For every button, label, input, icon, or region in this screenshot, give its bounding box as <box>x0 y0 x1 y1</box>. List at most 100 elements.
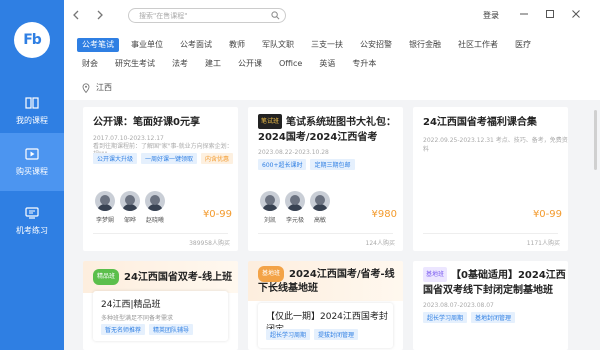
category-tab[interactable]: 财会 <box>82 57 98 71</box>
teacher-name: 赵晓曦 <box>145 217 164 224</box>
course-title-line1: 【0基础适用】2024江西 <box>451 270 566 281</box>
course-tags: 600+超长课时 定期三期包邮 <box>258 159 359 170</box>
maximize-icon <box>546 10 554 18</box>
course-tag: 定期三期包邮 <box>310 159 355 170</box>
course-date: 2023.08.07-2023.08.07 <box>423 302 494 309</box>
sidebar-item-exam-practice[interactable]: 机考练习 <box>0 192 64 250</box>
card-header: 精品班 24江西国省双考-线上班 <box>83 261 238 293</box>
search-box <box>128 8 286 23</box>
minimize-button[interactable] <box>518 8 530 20</box>
course-tags: 超长学习周期 提拔封闭管理 <box>266 329 362 340</box>
category-tab[interactable]: 公开课 <box>238 57 262 71</box>
teacher: 李元极 <box>283 191 307 224</box>
book-icon <box>25 96 39 109</box>
avatar <box>260 191 280 211</box>
category-tab[interactable]: 公考面试 <box>180 38 212 52</box>
course-title-line2: 国省双考线下封闭定制基地班 <box>423 285 553 296</box>
category-tab[interactable]: 医疗 <box>515 38 531 52</box>
maximize-button[interactable] <box>544 8 556 20</box>
course-tags: 超长学习周期 基地封闭管理 <box>423 312 519 323</box>
teacher: 刘凯 <box>258 191 282 224</box>
sidebar-item-buy-courses[interactable]: 购买课程 <box>0 133 64 191</box>
close-icon <box>572 10 580 18</box>
enrolled-count: 1171人购买 <box>526 240 560 247</box>
avatar <box>120 191 140 211</box>
course-date: 2022.09.25-2023.12.31 考点、技巧、备考，免费资料 <box>423 135 568 153</box>
category-tab[interactable]: 社区工作者 <box>458 38 498 52</box>
sidebar-item-my-courses[interactable]: 我的课程 <box>0 82 64 140</box>
course-tag: 精英团队辅导 <box>149 324 194 335</box>
course-card[interactable]: 基地班 【0基础适用】2024江西 国省双考线下封闭定制基地班 2023.08.0… <box>413 261 568 350</box>
teacher-list: 李梦娴 邹晔 赵晓曦 <box>93 191 168 224</box>
teacher: 李梦娴 <box>93 191 117 224</box>
course-title-line1: 2024江西国考/省考-线 <box>289 269 395 280</box>
avatar <box>310 191 330 211</box>
divider <box>93 233 228 234</box>
login-button[interactable]: 登录 <box>483 10 499 21</box>
avatar <box>95 191 115 211</box>
teacher-name: 李元极 <box>285 217 304 224</box>
location-pin-icon <box>82 82 90 93</box>
course-title-line2: 下长线基地班 <box>258 283 318 294</box>
teacher-name: 高敏 <box>313 217 326 224</box>
course-tag: 提拔封闭管理 <box>314 329 359 340</box>
teacher: 赵晓曦 <box>143 191 167 224</box>
category-tab[interactable]: 法考 <box>172 57 188 71</box>
category-tab[interactable]: 教师 <box>229 38 245 52</box>
course-tag: 一周好课一键领取 <box>141 153 198 164</box>
divider <box>258 233 393 234</box>
course-tag: 基地封闭管理 <box>471 312 516 323</box>
category-tab[interactable]: 公考笔试 <box>77 38 119 52</box>
forward-button[interactable] <box>92 7 108 23</box>
course-card[interactable]: 公开课：笔面好课0元享 2017.07.10-2023.12.17 看到往期课程… <box>83 107 238 251</box>
course-card[interactable]: 精品班 24江西国省双考-线上班 24江西|精品班 多种班型满足不同备考需求 暂无… <box>83 261 238 350</box>
category-tab[interactable]: 建工 <box>205 57 221 71</box>
monitor-icon <box>25 206 39 219</box>
course-date: 2023.08.22-2023.10.28 <box>258 149 329 156</box>
category-tab[interactable]: 银行金融 <box>409 38 441 52</box>
course-badge: 基地班 <box>423 267 448 282</box>
course-tag: 超长学习周期 <box>423 312 468 323</box>
category-tab[interactable]: 研究生考试 <box>115 57 155 71</box>
play-icon <box>25 147 39 160</box>
category-tab[interactable]: 三支一扶 <box>311 38 343 52</box>
category-tab[interactable]: 专升本 <box>352 57 376 71</box>
sidebar-item-label: 机考练习 <box>16 225 48 235</box>
category-tab[interactable]: 军队文职 <box>262 38 294 52</box>
course-badge: 基地班 <box>258 266 285 282</box>
search-icon[interactable] <box>271 11 280 20</box>
scrollbar[interactable] <box>594 110 597 170</box>
category-tab[interactable]: Office <box>279 57 302 71</box>
category-row: 财会 研究生考试 法考 建工 公开课 Office 英语 专升本 <box>82 57 393 71</box>
teacher: 邹晔 <box>118 191 142 224</box>
course-title: 基地班 【0基础适用】2024江西 国省双考线下封闭定制基地班 <box>423 267 566 298</box>
course-badge: 精品班 <box>93 269 120 285</box>
card-header: 基地班 2024江西国考/省考-线下长线基地班 <box>248 261 403 301</box>
course-date-range: 2022.09.25-2023.12.31 <box>423 137 494 144</box>
course-card[interactable]: 基地班 2024江西国考/省考-线下长线基地班 【仅此一期】2024江西国考封闭定… <box>248 261 403 350</box>
course-card[interactable]: 24江西国省考福利课合集 2022.09.25-2023.12.31 考点、技巧… <box>413 107 568 251</box>
category-tab[interactable]: 英语 <box>319 57 335 71</box>
category-tab[interactable]: 事业单位 <box>131 38 163 52</box>
course-price: ¥0-99 <box>532 209 562 220</box>
close-button[interactable] <box>570 8 582 20</box>
course-tag: 内含优惠 <box>201 153 234 164</box>
teacher-name: 李梦娴 <box>95 217 114 224</box>
class-option[interactable]: 24江西|精品班 多种班型满足不同备考需求 暂无名师推荐 精英团队辅导 <box>93 291 228 341</box>
back-button[interactable] <box>68 7 84 23</box>
class-option[interactable]: 【仅此一期】2024江西国考封闭定... 超长学习周期 提拔封闭管理 <box>258 303 393 348</box>
course-card[interactable]: 笔试班 笔试系统班图书大礼包： 2024国考/2024江西省考 2023.08.2… <box>248 107 403 251</box>
sidebar-item-label: 我的课程 <box>16 115 48 125</box>
search-input[interactable] <box>139 9 265 22</box>
course-tags: 暂无名师推荐 精英团队辅导 <box>101 324 197 335</box>
course-date: 2017.07.10-2023.12.17 <box>93 135 164 142</box>
location-selector[interactable]: 江西 <box>82 82 112 93</box>
course-tag: 600+超长课时 <box>258 159 307 170</box>
course-title: 24江西国省考福利课合集 <box>423 117 537 128</box>
teacher-name: 刘凯 <box>263 217 276 224</box>
course-title: 笔试班 笔试系统班图书大礼包： 2024国考/2024江西省考 <box>258 114 396 145</box>
course-badge: 笔试班 <box>258 114 283 129</box>
category-tab[interactable]: 公安招警 <box>360 38 392 52</box>
sidebar: Fb 我的课程 购买课程 机考练习 <box>0 0 64 350</box>
avatar <box>145 191 165 211</box>
